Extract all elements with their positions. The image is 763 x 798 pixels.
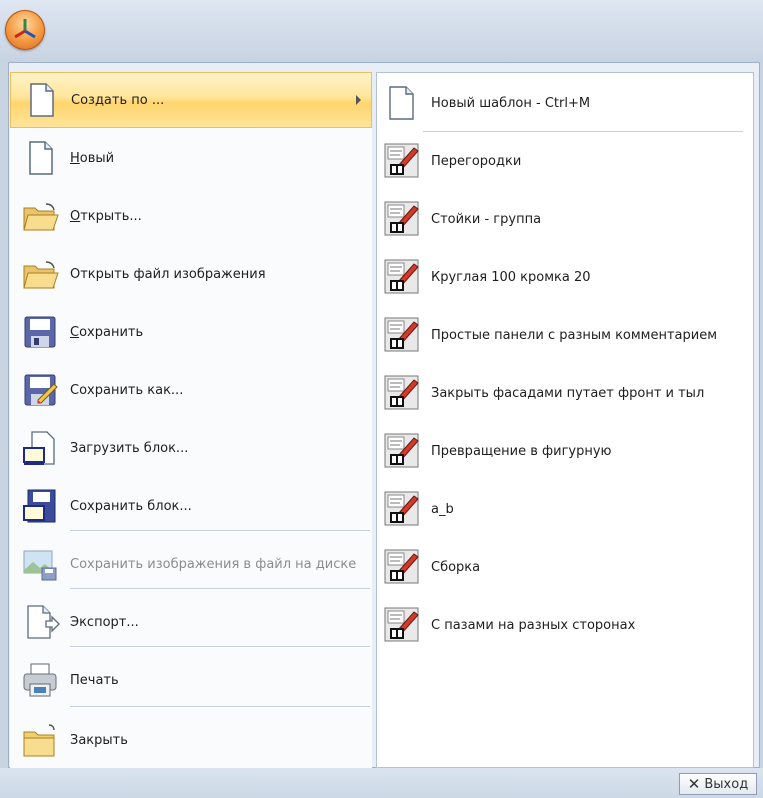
load-block-icon [20,428,60,468]
menu-item-save[interactable]: Сохранить [10,304,372,360]
menu-item-save-block[interactable]: Сохранить блок... [10,478,372,534]
close-x-icon: ✕ [687,775,701,793]
printer-icon [20,660,60,700]
submenu-item-label: Стойки - группа [431,211,542,227]
export-icon [20,602,60,642]
save-as-icon [20,370,60,410]
submenu-item-template[interactable]: Круглая 100 кромка 20 [377,249,753,305]
document-icon [20,138,60,178]
save-block-icon [20,486,60,526]
separator [70,646,370,648]
separator [70,530,370,532]
menu-item-label: Сохранить изображения в файл на диске [70,556,357,572]
submenu-panel: Новый шаблон - Ctrl+M Перегородки Стойки … [376,72,754,768]
template-edit-icon [384,258,420,296]
separator [70,588,370,590]
app-logo-icon [14,19,36,39]
title-bar [0,0,763,62]
menu-item-label: Загрузить блок... [70,440,189,456]
menu-item-label: Закрыть [70,732,128,748]
menu-item-label: Сохранить [70,324,144,340]
submenu-item-new-template[interactable]: Новый шаблон - Ctrl+M [377,75,753,131]
submenu-item-label: Круглая 100 кромка 20 [431,269,591,285]
menu-item-load-block[interactable]: Загрузить блок... [10,420,372,476]
submenu-item-label: a_b [431,501,454,517]
submenu-item-label: Новый шаблон - Ctrl+M [431,95,591,111]
submenu-item-template[interactable]: a_b [377,481,753,537]
menu-item-save-as[interactable]: Сохранить как... [10,362,372,418]
menu-item-label: Экспорт... [70,614,139,630]
menu-item-label: Сохранить как... [70,382,184,398]
template-edit-icon [384,606,420,644]
submenu-item-label: Закрыть фасадами путает фронт и тыл [431,385,705,401]
open-folder-icon [20,196,60,236]
save-image-icon [20,544,60,584]
open-folder-icon [20,254,60,294]
menu-item-new[interactable]: Новый [10,130,372,186]
menu-item-open[interactable]: Открыть... [10,188,372,244]
separator [70,706,370,708]
close-folder-icon [20,720,60,760]
new-document-icon [21,80,61,120]
submenu-item-template[interactable]: С пазами на разных сторонах [377,597,753,653]
menu-item-create-from[interactable]: Создать по ... [10,72,372,128]
status-bar [0,768,763,798]
submenu-arrow-icon [356,95,361,105]
menu-item-label: Создать по ... [71,92,165,108]
floppy-disk-icon [20,312,60,352]
menu-item-label: Сохранить блок... [70,498,192,514]
submenu-item-label: С пазами на разных сторонах [431,617,636,633]
menu-item-export[interactable]: Экспорт... [10,594,372,650]
application-button[interactable] [5,10,45,50]
template-edit-icon [384,548,420,586]
template-edit-icon [384,432,420,470]
template-edit-icon [384,490,420,528]
menu-item-print[interactable]: Печать [10,652,372,708]
submenu-item-label: Сборка [431,559,481,575]
submenu-item-label: Перегородки [431,153,522,169]
submenu-item-template[interactable]: Стойки - группа [377,191,753,247]
menu-item-label: Новый [70,150,115,166]
menu-item-label: Открыть... [70,208,142,224]
template-edit-icon [384,200,420,238]
menu-item-save-images[interactable]: Сохранить изображения в файл на диске [10,536,372,592]
document-icon [384,84,420,122]
submenu-item-template[interactable]: Превращение в фигурную [377,423,753,479]
submenu-item-template[interactable]: Сборка [377,539,753,595]
submenu-item-template[interactable]: Простые панели с разным комментарием [377,307,753,363]
submenu-item-label: Превращение в фигурную [431,443,612,459]
menu-item-label: Открыть файл изображения [70,266,266,282]
template-edit-icon [384,316,420,354]
menu-item-close[interactable]: Закрыть [10,712,372,768]
submenu-item-label: Простые панели с разным комментарием [431,327,718,343]
submenu-item-template[interactable]: Закрыть фасадами путает фронт и тыл [377,365,753,421]
exit-label: Выход [704,776,749,792]
menu-item-label: Печать [70,672,119,688]
template-edit-icon [384,374,420,412]
menu-item-open-image[interactable]: Открыть файл изображения [10,246,372,302]
template-edit-icon [384,142,420,180]
exit-button[interactable]: ✕ Выход [679,773,757,795]
submenu-item-template[interactable]: Перегородки [377,133,753,189]
separator [423,131,743,132]
main-menu: Создать по ... Новый Открыть... Открыть … [10,72,372,768]
